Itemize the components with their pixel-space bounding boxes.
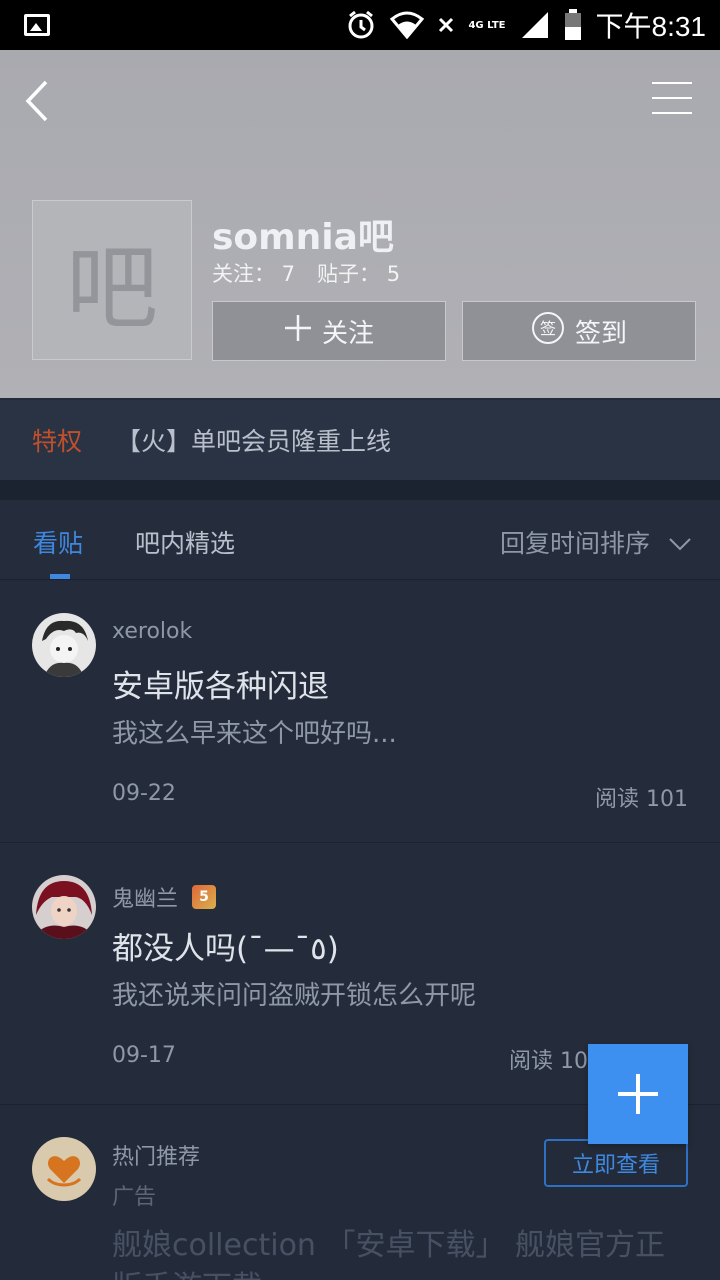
signin-icon: 签 — [531, 311, 565, 352]
post-excerpt: 我这么早来这个吧好吗... — [112, 719, 397, 749]
post-list: xerolok 安卓版各种闪退 我这么早来这个吧好吗... 09-22 阅读 1… — [0, 581, 720, 1280]
post-count: 贴子： 5 — [317, 262, 401, 286]
sort-label: 回复时间排序 — [499, 529, 650, 558]
status-bar: 4G LTE 下午8:31 — [0, 0, 720, 50]
forum-header: 吧 somnia吧 关注： 7 贴子： 5 关注 签 签到 — [0, 50, 720, 398]
ad-text[interactable]: 舰娘collection 「安卓下载」 舰娘官方正版手游下载 — [112, 1225, 672, 1280]
ad-sub-label: 广告 — [112, 1185, 157, 1210]
post-author: 鬼幽兰 5 — [112, 881, 217, 913]
clock: 下午8:31 — [595, 11, 707, 42]
author-name[interactable]: xerolok — [112, 619, 192, 644]
post-title[interactable]: 安卓版各种闪退 — [112, 661, 329, 706]
view-now-button[interactable]: 立即查看 — [544, 1139, 688, 1187]
signal-icon — [520, 10, 550, 40]
ad-avatar — [32, 1137, 96, 1201]
author-name[interactable]: 鬼幽兰 — [112, 881, 178, 913]
signin-icon-glyph: 签 — [540, 319, 556, 338]
signin-button[interactable]: 签 签到 — [462, 301, 696, 361]
tab-featured[interactable]: 吧内精选 — [135, 524, 235, 560]
post-read-count: 阅读 101 — [595, 787, 688, 812]
menu-icon[interactable] — [652, 80, 696, 116]
follow-count: 关注： 7 — [212, 262, 296, 286]
privilege-tag: 特权 — [32, 427, 83, 456]
tab-view-posts[interactable]: 看贴 — [33, 524, 83, 560]
chevron-down-icon — [668, 528, 692, 557]
signin-button-label: 签到 — [574, 318, 627, 349]
plus-icon — [618, 1074, 658, 1114]
list-item[interactable]: xerolok 安卓版各种闪退 我这么早来这个吧好吗... 09-22 阅读 1… — [0, 581, 720, 843]
privilege-banner[interactable]: 特权 【火】单吧会员隆重上线 — [0, 400, 720, 480]
post-date: 09-22 — [112, 781, 176, 806]
section-divider — [0, 480, 720, 500]
avatar[interactable] — [32, 875, 96, 939]
post-title[interactable]: 都没人吗(¯—¯٥) — [112, 923, 339, 968]
post-author: xerolok — [112, 619, 192, 644]
forum-stats: 关注： 7 贴子： 5 — [212, 258, 400, 288]
wifi-icon — [390, 11, 425, 39]
privilege-text: 【火】单吧会员隆重上线 — [116, 427, 392, 456]
tab-bar: 看贴 吧内精选 回复时间排序 — [0, 500, 720, 580]
post-read-count: 阅读 10 — [509, 1049, 588, 1074]
follow-button-label: 关注 — [321, 318, 374, 349]
back-arrow-icon[interactable] — [22, 78, 62, 124]
forum-name: somnia吧 — [212, 217, 394, 258]
new-post-button[interactable] — [588, 1044, 688, 1144]
image-icon — [24, 14, 50, 36]
ad-label: 热门推荐 — [112, 1145, 201, 1170]
tab-indicator — [50, 574, 70, 579]
alarm-icon — [346, 10, 376, 40]
post-date: 09-17 — [112, 1043, 176, 1068]
level-badge: 5 — [192, 885, 217, 909]
no-data-icon — [438, 17, 454, 33]
forum-avatar-glyph: 吧 — [65, 234, 158, 342]
follow-button[interactable]: 关注 — [212, 301, 446, 361]
network-type: 4G LTE — [468, 19, 506, 31]
sort-dropdown[interactable]: 回复时间排序 — [500, 524, 692, 560]
post-excerpt: 我还说来问问盗贼开锁怎么开呢 — [112, 981, 477, 1011]
battery-icon — [564, 9, 582, 41]
avatar[interactable] — [32, 613, 96, 677]
forum-avatar: 吧 — [32, 200, 192, 360]
plus-icon — [284, 314, 312, 349]
